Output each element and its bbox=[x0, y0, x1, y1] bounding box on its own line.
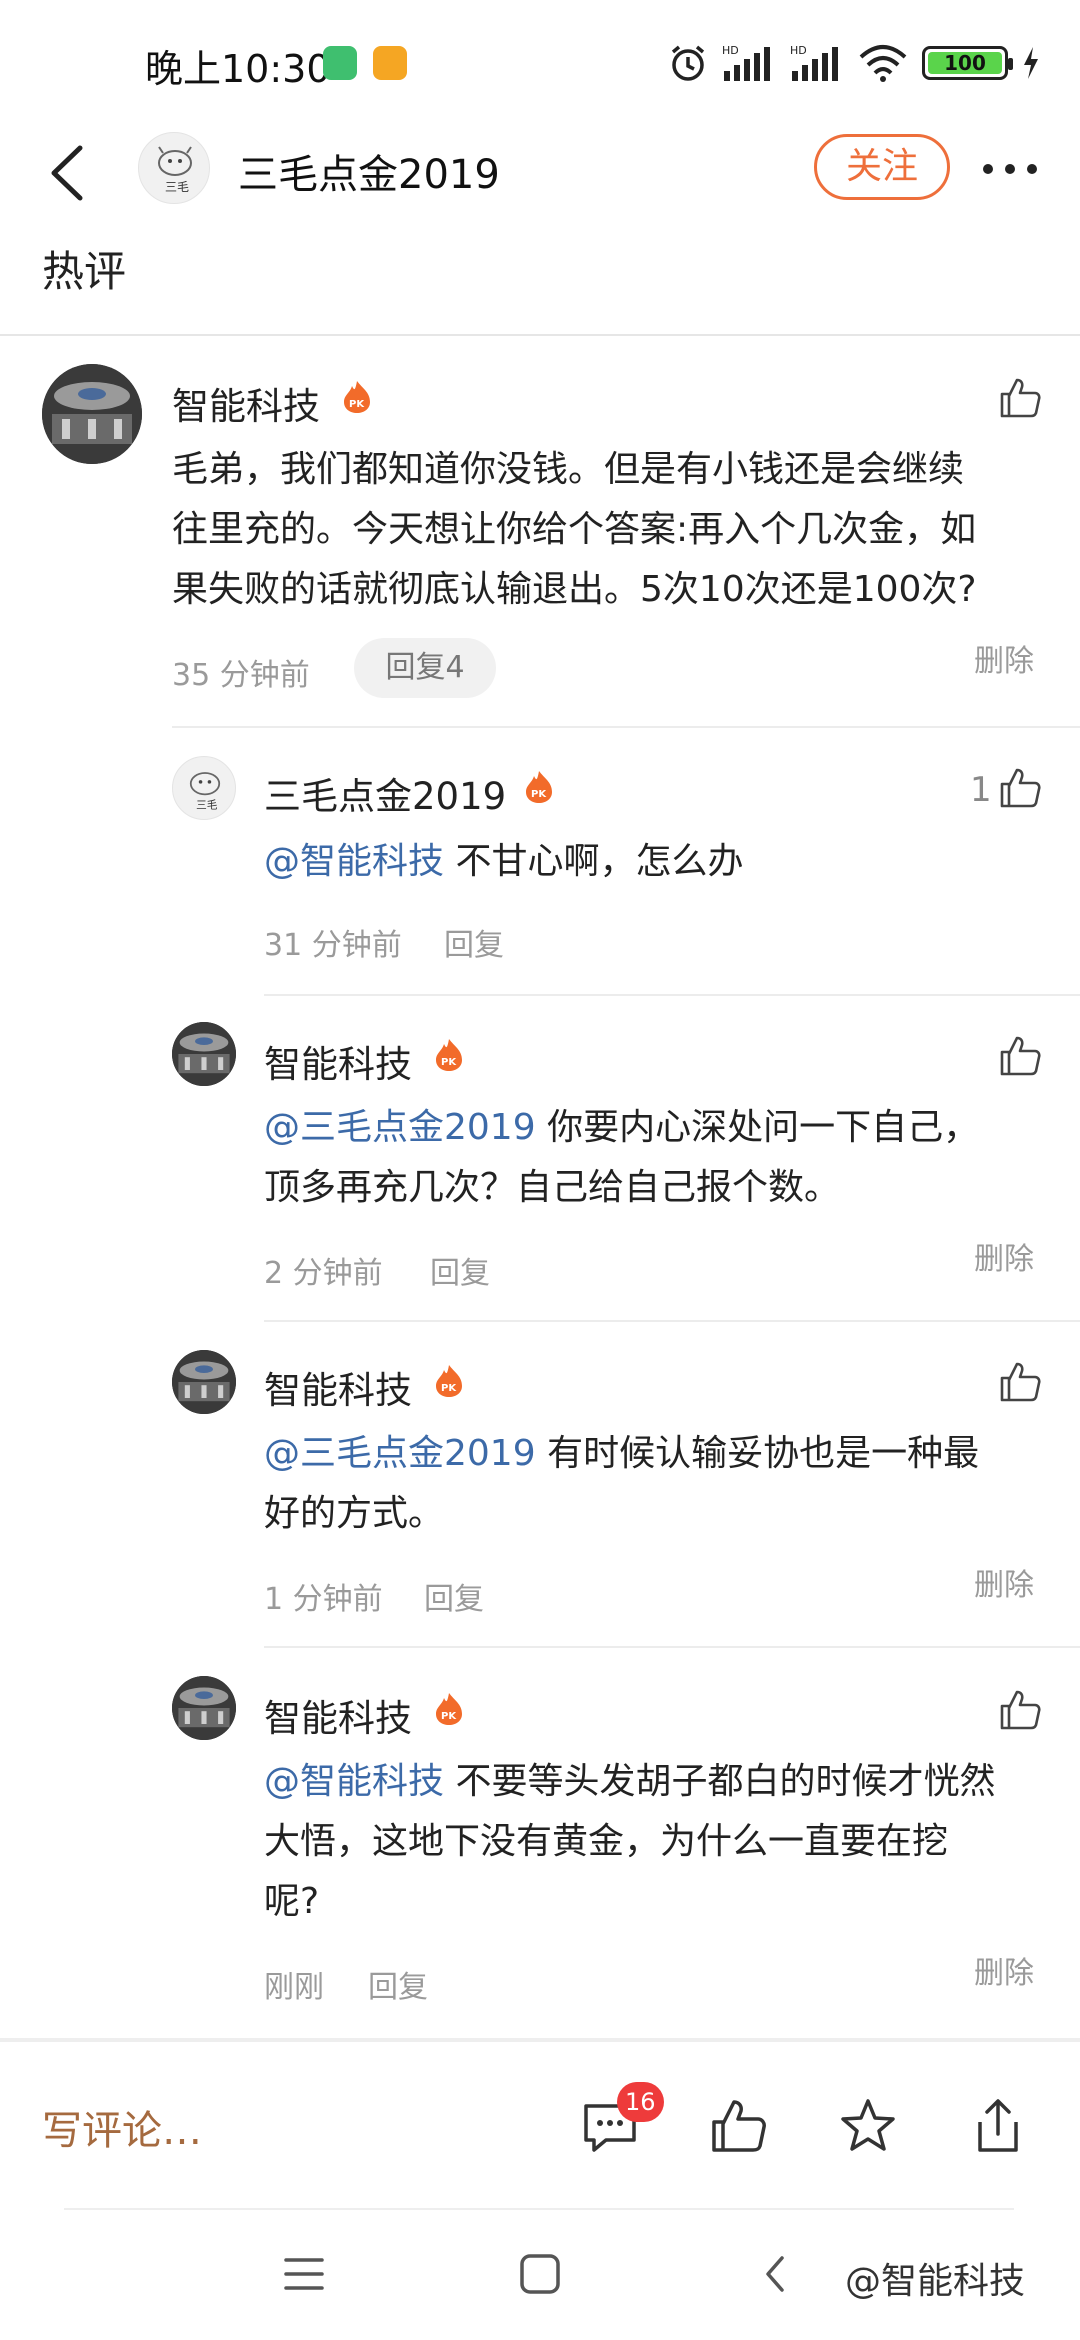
comment-count-badge: 16 bbox=[617, 2082, 664, 2122]
mention-link[interactable]: @三毛点金2019 bbox=[264, 1433, 536, 1474]
divider bbox=[64, 2208, 1014, 2210]
reply-text: @三毛点金2019 你要内心深处问一下自己， 顶多再充几次？自己给自己报个数。 bbox=[264, 1107, 980, 1208]
comment-time: 35 分钟前 bbox=[172, 658, 310, 693]
svg-text:PK: PK bbox=[441, 1057, 457, 1068]
user-avatar[interactable]: 三毛 bbox=[172, 756, 236, 820]
delete-button[interactable]: 删除 bbox=[974, 636, 1034, 680]
like-count: 1 bbox=[970, 770, 992, 810]
svg-text:PK: PK bbox=[441, 1383, 457, 1394]
divider bbox=[264, 1320, 1080, 1322]
fire-pk-icon: PK bbox=[526, 771, 552, 803]
reply-time: 刚刚 bbox=[264, 1970, 324, 2005]
reply-author[interactable]: 三毛点金2019 bbox=[264, 766, 506, 820]
pig-logo-icon: 三毛 bbox=[158, 146, 192, 194]
star-icon[interactable] bbox=[838, 2096, 898, 2156]
fire-pk-icon: PK bbox=[344, 381, 370, 413]
reply-text: @智能科技 不要等头发胡子都白的时候才恍然 大悟，这地下没有黄金，为什么一直要在… bbox=[264, 1761, 996, 1922]
svg-text:PK: PK bbox=[441, 1711, 457, 1722]
user-avatar[interactable] bbox=[172, 1676, 236, 1740]
user-avatar[interactable] bbox=[172, 1022, 236, 1086]
mention-link[interactable]: @智能科技 bbox=[264, 1761, 444, 1802]
thumbs-up-icon[interactable] bbox=[998, 376, 1042, 420]
svg-text:HD: HD bbox=[722, 44, 739, 57]
follow-button[interactable]: 关注 bbox=[814, 134, 950, 200]
share-icon[interactable] bbox=[968, 2096, 1028, 2156]
svg-text:HD: HD bbox=[790, 44, 807, 57]
thumbs-up-icon[interactable] bbox=[998, 1034, 1042, 1078]
signal-hd-icon-2: HD bbox=[790, 44, 838, 81]
reply-count-button[interactable]: 回复4 bbox=[354, 638, 496, 698]
svg-text:PK: PK bbox=[531, 789, 547, 800]
thumbs-up-icon[interactable] bbox=[998, 766, 1042, 810]
header: 三毛 三毛点金2019 关注 bbox=[0, 120, 1080, 230]
section-title: 热评 bbox=[42, 247, 127, 296]
svg-text:三毛: 三毛 bbox=[196, 799, 218, 812]
menu-nav-icon[interactable] bbox=[282, 2254, 326, 2294]
divider bbox=[0, 334, 1080, 336]
fire-pk-icon: PK bbox=[436, 1039, 462, 1071]
svg-text:三毛: 三毛 bbox=[165, 180, 189, 194]
reply-time: 31 分钟前 bbox=[264, 928, 402, 963]
status-bar: 晚上10:30 HD HD 100 bbox=[0, 0, 1080, 120]
watermark: @智能科技 bbox=[845, 2261, 1026, 2302]
alarm-icon bbox=[671, 45, 705, 81]
reply-author[interactable]: 智能科技 bbox=[264, 1688, 412, 1742]
security-app-icon bbox=[323, 46, 357, 80]
divider bbox=[264, 994, 1080, 996]
like-icon[interactable] bbox=[708, 2096, 768, 2156]
delete-button[interactable]: 删除 bbox=[974, 1560, 1034, 1604]
fire-pk-icon: PK bbox=[436, 1693, 462, 1725]
user-avatar[interactable] bbox=[42, 364, 142, 464]
thumbs-up-icon[interactable] bbox=[998, 1688, 1042, 1732]
account-name[interactable]: 三毛点金2019 bbox=[238, 142, 500, 200]
more-icon[interactable] bbox=[980, 144, 1040, 194]
account-avatar[interactable]: 三毛 bbox=[138, 132, 210, 204]
home-nav-icon[interactable] bbox=[518, 2252, 562, 2296]
reply-time: 1 分钟前 bbox=[264, 1582, 383, 1617]
charging-icon bbox=[1024, 47, 1038, 79]
back-nav-icon[interactable] bbox=[760, 2252, 790, 2296]
reply-button[interactable]: 回复 bbox=[444, 920, 504, 964]
thumbs-up-icon[interactable] bbox=[998, 1360, 1042, 1404]
status-time: 晚上10:30 bbox=[145, 47, 331, 91]
divider bbox=[0, 2038, 1080, 2042]
fire-pk-icon: PK bbox=[436, 1365, 462, 1397]
reply-author[interactable]: 智能科技 bbox=[264, 1034, 412, 1088]
svg-text:PK: PK bbox=[349, 399, 365, 410]
user-avatar[interactable] bbox=[172, 1350, 236, 1414]
mention-link[interactable]: @三毛点金2019 bbox=[264, 1107, 536, 1148]
reply-text: @三毛点金2019 有时候认输妥协也是一种最 好的方式。 bbox=[264, 1433, 980, 1534]
delete-button[interactable]: 删除 bbox=[974, 1948, 1034, 1992]
reply-button[interactable]: 回复 bbox=[430, 1248, 490, 1292]
reply-text: @智能科技 不甘心啊，怎么办 bbox=[264, 841, 744, 882]
divider bbox=[172, 726, 1080, 728]
reply-author[interactable]: 智能科技 bbox=[264, 1360, 412, 1414]
message-app-icon bbox=[373, 46, 407, 80]
mention-link[interactable]: @智能科技 bbox=[264, 841, 444, 882]
reply-button[interactable]: 回复 bbox=[424, 1574, 484, 1618]
delete-button[interactable]: 删除 bbox=[974, 1234, 1034, 1278]
back-icon[interactable] bbox=[40, 138, 100, 208]
wifi-icon bbox=[859, 45, 907, 82]
comment-author[interactable]: 智能科技 bbox=[172, 376, 320, 430]
divider bbox=[264, 1646, 1080, 1648]
reply-button[interactable]: 回复 bbox=[368, 1962, 428, 2006]
battery-icon: 100 bbox=[922, 46, 1013, 80]
reply-time: 2 分钟前 bbox=[264, 1256, 383, 1291]
write-comment-input[interactable]: 写评论… bbox=[42, 2098, 202, 2156]
signal-hd-icon: HD bbox=[722, 44, 770, 81]
comment-text: 毛弟，我们都知道你没钱。但是有小钱还是会继续 往里充的。今天想让你给个答案:再入… bbox=[172, 449, 977, 610]
